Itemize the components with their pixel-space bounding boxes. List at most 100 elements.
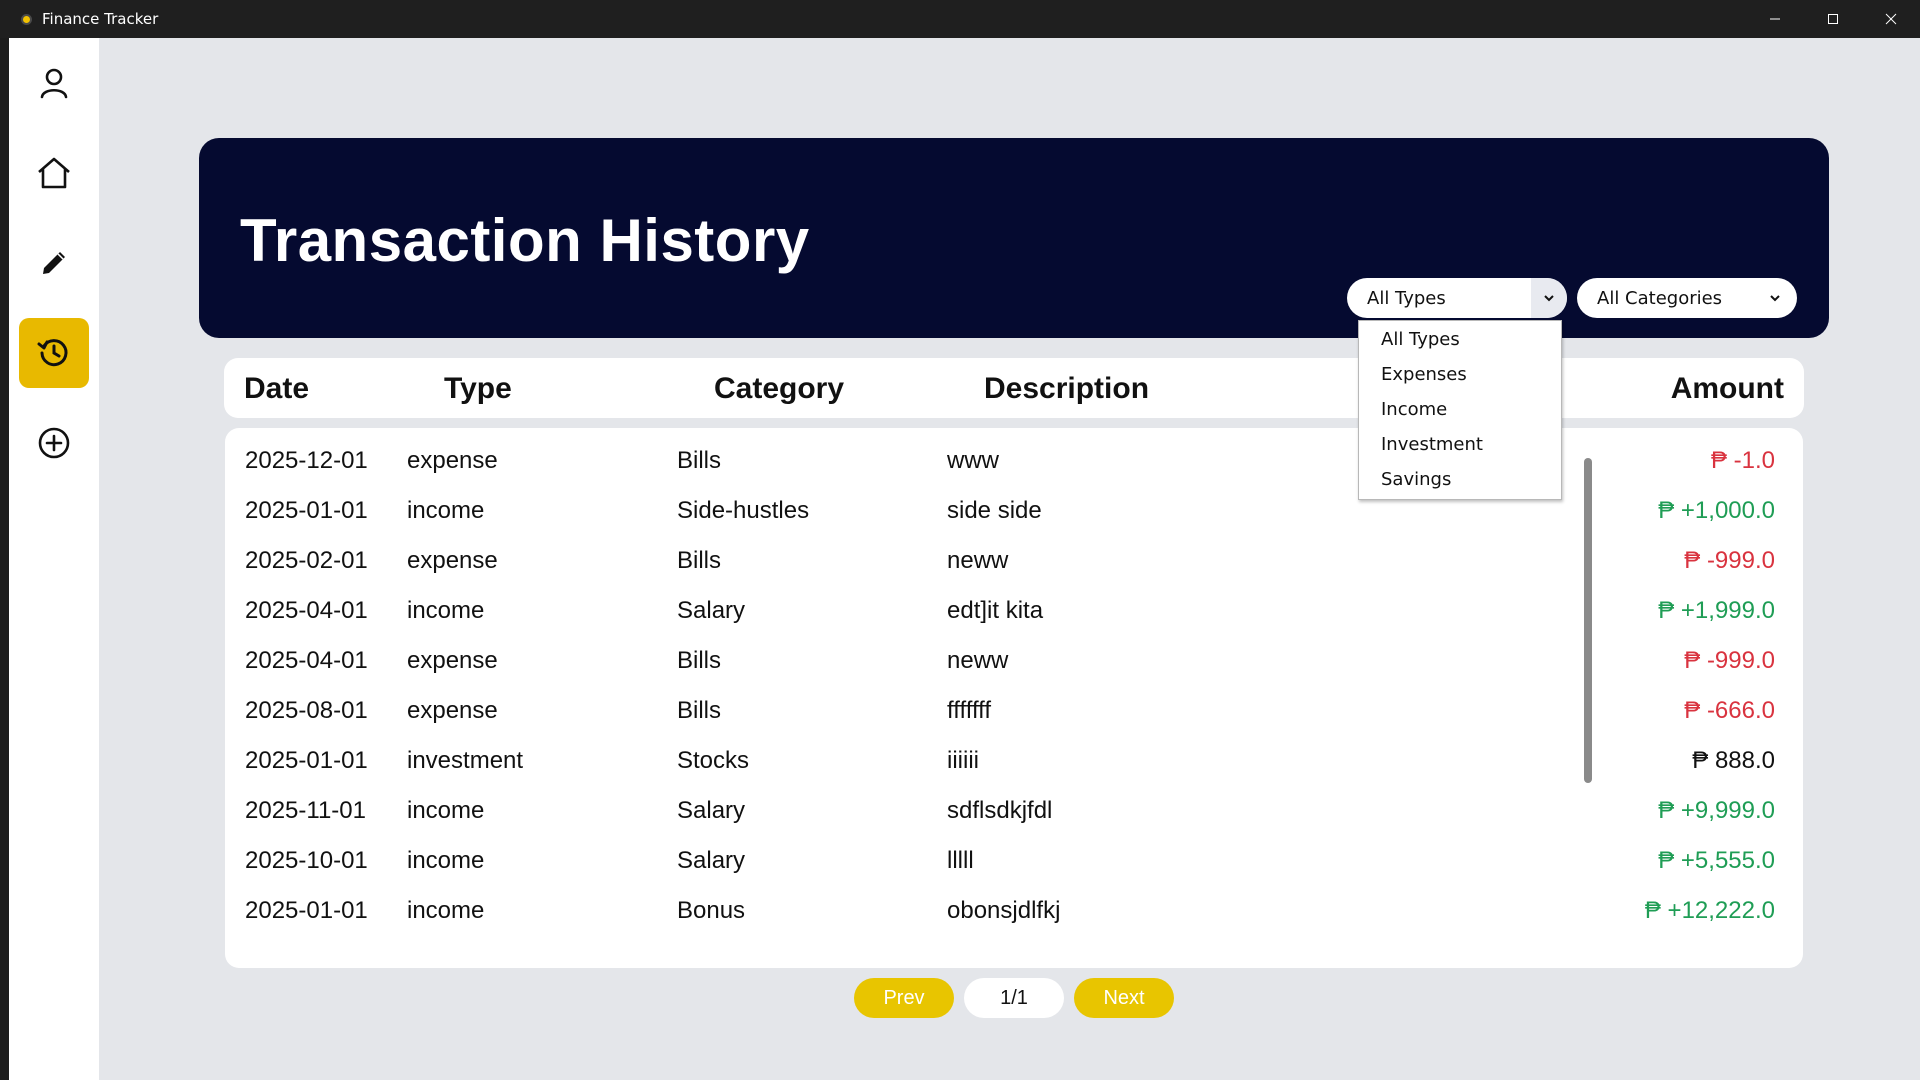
cell-type: expense xyxy=(407,647,498,674)
cell-date: 2025-02-01 xyxy=(245,547,368,574)
add-circle-icon xyxy=(38,427,70,459)
cell-type: income xyxy=(407,797,485,824)
sidebar-item-add[interactable] xyxy=(19,408,89,478)
cell-description: lllll xyxy=(947,847,974,874)
table-header: Date Type Category Description Amount xyxy=(224,358,1804,418)
table-row[interactable]: 2025-01-01 income Bonus obonsjdlfkj ₱ +12,22… xyxy=(225,886,1775,936)
table-row[interactable]: 2025-01-01 investment Stocks iiiiii ₱ 888.0 xyxy=(225,736,1775,786)
cell-date: 2025-04-01 xyxy=(245,597,368,624)
cell-date: 2025-04-01 xyxy=(245,647,368,674)
column-header-date: Date xyxy=(244,372,310,405)
table-row[interactable]: 2025-11-01 income Salary sdflsdkjfdl ₱ +9,99… xyxy=(225,786,1775,836)
cell-description: neww xyxy=(947,647,1009,674)
cell-category: Bills xyxy=(677,647,722,674)
cell-category: Bills xyxy=(677,447,722,474)
cell-amount: ₱ -1.0 xyxy=(1710,447,1775,474)
sidebar-item-edit[interactable] xyxy=(19,228,89,298)
table-row[interactable]: 2025-08-01 expense Bills fffffff ₱ -666.0 xyxy=(225,686,1775,736)
sidebar-item-history[interactable] xyxy=(19,318,89,388)
maximize-button[interactable] xyxy=(1804,0,1862,38)
page-title: Transaction History xyxy=(240,207,810,274)
cell-amount: ₱ -999.0 xyxy=(1684,647,1775,674)
close-icon xyxy=(1885,13,1897,25)
window-titlebar: Finance Tracker xyxy=(0,0,1920,38)
cell-category: Bills xyxy=(677,697,722,724)
cell-type: income xyxy=(407,497,485,524)
table-scrollbar[interactable] xyxy=(1584,458,1592,783)
cell-type: income xyxy=(407,597,485,624)
cell-category: Side-hustles xyxy=(677,497,810,524)
window-title: Finance Tracker xyxy=(42,10,159,28)
table-row[interactable]: 2025-02-01 expense Bills neww ₱ -999.0 xyxy=(225,536,1775,586)
cell-type: income xyxy=(407,847,485,874)
app-logo-icon xyxy=(21,13,32,25)
cell-category: Bonus xyxy=(677,897,746,924)
minimize-button[interactable] xyxy=(1746,0,1804,38)
maximize-icon xyxy=(1828,14,1838,24)
cell-description: iiiiii xyxy=(947,747,979,774)
cell-type: expense xyxy=(407,447,498,474)
cell-amount: ₱ -999.0 xyxy=(1684,547,1775,574)
dropdown-option-investment[interactable]: Investment xyxy=(1381,434,1483,455)
sidebar-item-profile[interactable] xyxy=(19,48,89,118)
column-header-description: Description xyxy=(984,372,1150,405)
dropdown-option-savings[interactable]: Savings xyxy=(1381,469,1451,490)
type-filter-select[interactable]: All Types xyxy=(1347,278,1567,318)
cell-category: Salary xyxy=(677,847,746,874)
cell-date: 2025-08-01 xyxy=(245,697,368,724)
page-indicator: 1/1 xyxy=(964,978,1064,1018)
table-row[interactable]: 2025-04-01 income Salary edt]it kita ₱ +1,99… xyxy=(225,586,1775,636)
history-icon xyxy=(37,339,68,367)
cell-date: 2025-10-01 xyxy=(245,847,368,874)
column-header-type: Type xyxy=(444,372,512,405)
cell-category: Salary xyxy=(677,797,746,824)
close-button[interactable] xyxy=(1862,0,1920,38)
cell-amount: ₱ +1,000.0 xyxy=(1658,497,1775,524)
table-row[interactable]: 2025-04-01 expense Bills neww ₱ -999.0 xyxy=(225,636,1775,686)
user-icon xyxy=(40,68,68,99)
home-icon xyxy=(38,157,70,189)
cell-type: expense xyxy=(407,697,498,724)
chevron-down-icon[interactable] xyxy=(1757,278,1793,318)
next-page-button[interactable]: Next xyxy=(1074,978,1174,1018)
type-filter-value: All Types xyxy=(1367,287,1446,309)
dropdown-option-all-types[interactable]: All Types xyxy=(1381,329,1460,350)
transactions-table: 2025-12-01 expense Bills www ₱ -1.0 2025-01-0… xyxy=(225,428,1803,968)
dropdown-option-expenses[interactable]: Expenses xyxy=(1381,364,1467,385)
cell-date: 2025-12-01 xyxy=(245,447,368,474)
prev-page-button[interactable]: Prev xyxy=(854,978,954,1018)
category-filter-select[interactable]: All Categories xyxy=(1577,278,1797,318)
sidebar xyxy=(9,38,99,1080)
cell-amount: ₱ +1,999.0 xyxy=(1658,597,1775,624)
chevron-down-icon[interactable] xyxy=(1531,278,1567,318)
column-header-category: Category xyxy=(714,372,845,405)
cell-description: www xyxy=(947,447,999,474)
cell-category: Bills xyxy=(677,547,722,574)
cell-amount: ₱ +9,999.0 xyxy=(1658,797,1775,824)
cell-description: obonsjdlfkj xyxy=(947,897,1061,924)
dropdown-option-income[interactable]: Income xyxy=(1381,399,1447,420)
table-row[interactable]: 2025-10-01 income Salary lllll ₱ +5,555.0 xyxy=(225,836,1775,886)
cell-date: 2025-01-01 xyxy=(245,897,368,924)
cell-date: 2025-01-01 xyxy=(245,497,368,524)
window-controls xyxy=(1746,0,1920,38)
cell-category: Salary xyxy=(677,597,746,624)
cell-description: neww xyxy=(947,547,1009,574)
app-window: Transaction History All Types All Catego… xyxy=(9,38,1920,1080)
cell-description: sdflsdkjfdl xyxy=(947,797,1053,824)
cell-amount: ₱ -666.0 xyxy=(1684,697,1775,724)
sidebar-item-home[interactable] xyxy=(19,138,89,208)
type-filter-dropdown: All Types Expenses Income Investment Sav… xyxy=(1358,320,1562,500)
column-header-amount: Amount xyxy=(1670,372,1784,405)
minimize-icon xyxy=(1770,18,1780,20)
cell-description: fffffff xyxy=(947,697,992,724)
header-card: Transaction History All Types All Catego… xyxy=(199,138,1829,338)
pencil-icon xyxy=(43,252,65,274)
cell-type: expense xyxy=(407,547,498,574)
cell-amount: ₱ +12,222.0 xyxy=(1644,897,1775,924)
cell-date: 2025-11-01 xyxy=(245,797,366,824)
cell-date: 2025-01-01 xyxy=(245,747,368,774)
cell-amount: ₱ 888.0 xyxy=(1692,747,1775,774)
cell-type: investment xyxy=(407,747,524,774)
cell-type: income xyxy=(407,897,485,924)
